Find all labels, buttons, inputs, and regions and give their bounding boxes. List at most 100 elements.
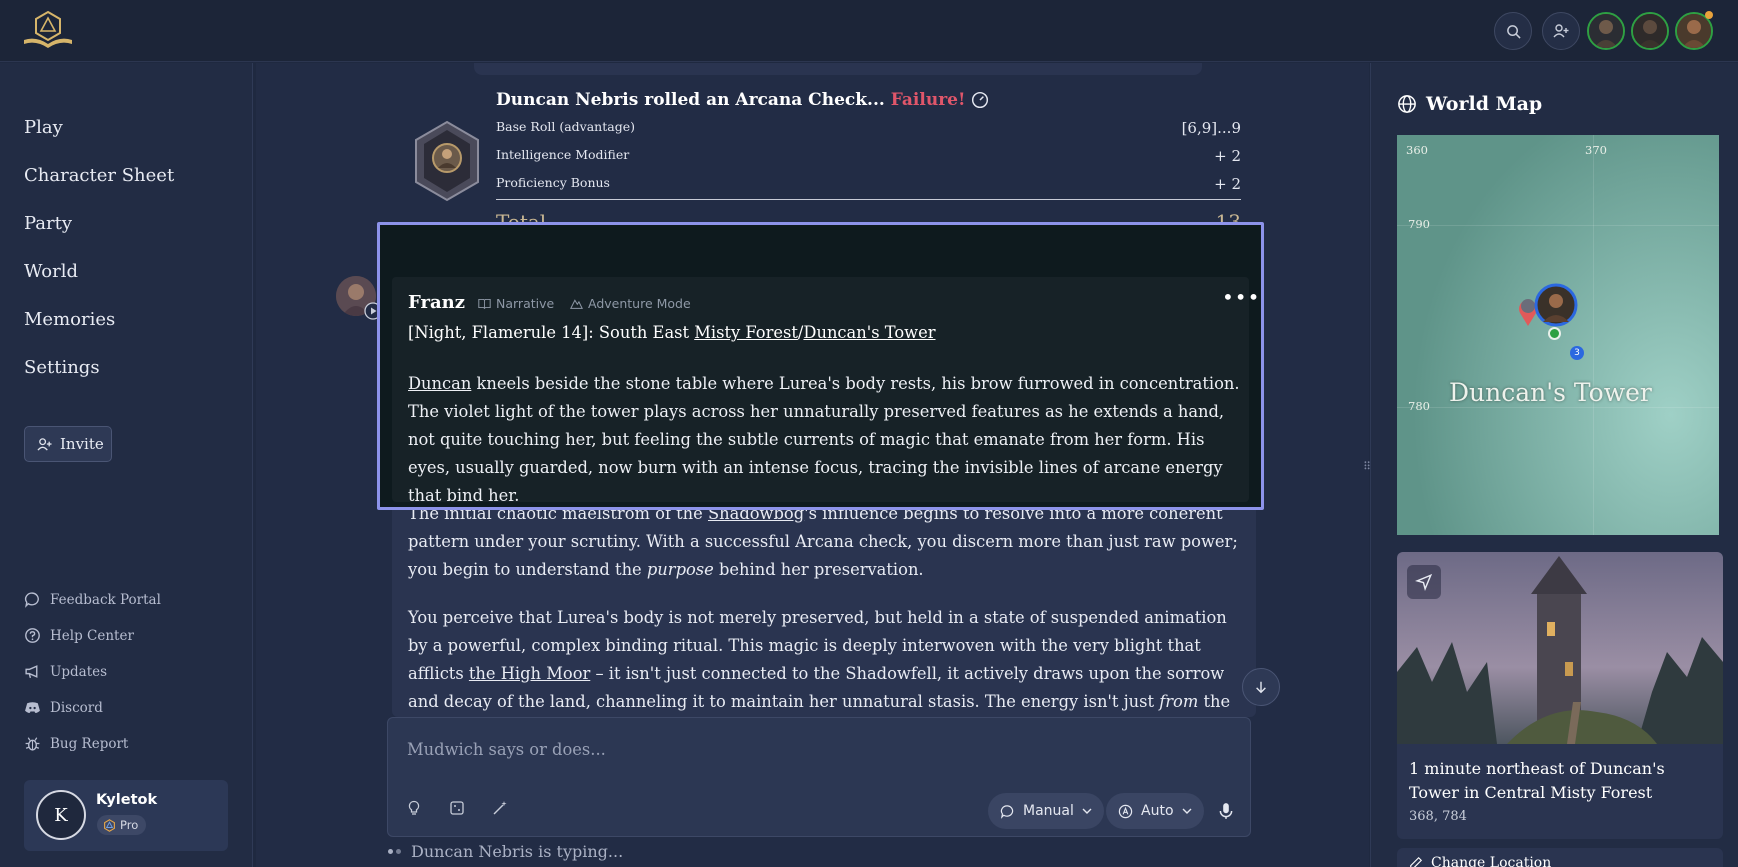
user-card[interactable]: K Kyletok Pro [24, 780, 228, 851]
idea-button[interactable] [400, 794, 428, 822]
narration-paragraph: The initial chaotic maelstrom of the Sha… [408, 504, 1238, 579]
notification-dot [1705, 11, 1713, 19]
manual-mode-select[interactable]: Manual [988, 793, 1104, 829]
party-avatar[interactable] [1631, 12, 1669, 50]
feedback-portal-label: Feedback Portal [50, 591, 161, 608]
roll-row: Intelligence Modifier + 2 [496, 147, 1241, 165]
feedback-portal-link[interactable]: Feedback Portal [24, 591, 161, 608]
roll-title: Duncan Nebris rolled an Arcana Check... … [496, 90, 989, 110]
microphone-button[interactable] [1213, 798, 1239, 824]
location-link[interactable]: Duncan's Tower [803, 323, 935, 342]
location-image [1397, 552, 1723, 744]
roll-row: Base Roll (advantage) [6,9]...9 [496, 119, 1241, 137]
dice-refresh-icon[interactable] [971, 91, 989, 109]
map-place-label: Duncan's Tower [1449, 378, 1652, 407]
mode-tag: Adventure Mode [570, 296, 691, 311]
chevron-down-icon [1182, 808, 1192, 814]
navigate-button[interactable] [1407, 565, 1441, 599]
roll-row-value: [6,9]...9 [1181, 119, 1241, 137]
sidebar: Play Character Sheet Party World Memorie… [0, 63, 253, 867]
auto-mode-select[interactable]: Auto [1106, 793, 1204, 829]
d20-icon [104, 818, 115, 832]
bug-report-link[interactable]: Bug Report [24, 735, 128, 752]
mountain-icon [570, 299, 583, 309]
roll-row: Proficiency Bonus + 2 [496, 175, 1241, 193]
help-center-link[interactable]: Help Center [24, 627, 134, 644]
more-options-icon[interactable]: ••• [1222, 285, 1260, 309]
marker-count-badge[interactable]: 3 [1570, 346, 1584, 360]
message-input[interactable]: Mudwich says or does... [407, 740, 606, 759]
dice-icon [450, 801, 464, 815]
help-center-label: Help Center [50, 627, 134, 644]
help-icon [25, 628, 40, 643]
book-icon [478, 298, 491, 310]
globe-icon [1398, 95, 1416, 113]
narrative-tag: Narrative [478, 296, 554, 311]
roll-row-label: Proficiency Bonus [496, 175, 610, 190]
bug-icon [25, 737, 40, 751]
online-indicator [1548, 327, 1561, 340]
message-composer[interactable]: Mudwich says or does... Manual Auto [387, 717, 1251, 837]
chevron-down-icon [1082, 808, 1092, 814]
roll-title-text: Duncan Nebris rolled an Arcana Check... [496, 90, 885, 110]
map-gridline [1397, 407, 1719, 408]
navigation-arrow-icon [1415, 573, 1433, 591]
party-avatar[interactable] [1587, 12, 1625, 50]
location-title: 1 minute northeast of Duncan's Tower in … [1409, 759, 1665, 802]
bug-report-label: Bug Report [50, 735, 129, 752]
sidebar-item-settings[interactable]: Settings [24, 357, 100, 378]
auto-icon [1118, 804, 1133, 818]
user-plus-icon [37, 437, 52, 451]
magic-button[interactable] [486, 794, 514, 822]
character-token [415, 120, 479, 202]
edit-icon [1410, 856, 1423, 867]
pro-badge-label: Pro [120, 818, 139, 832]
character-link[interactable]: Duncan [408, 374, 471, 393]
updates-link[interactable]: Updates [24, 663, 107, 680]
scroll-down-button[interactable] [1242, 668, 1280, 706]
discord-icon [25, 702, 40, 713]
message-location: [Night, Flamerule 14]: South East Misty … [408, 323, 936, 342]
lore-link[interactable]: the High Moor [469, 664, 590, 683]
map-axis-label: 360 [1406, 143, 1428, 157]
map-gridline [1397, 225, 1719, 226]
magic-wand-icon [493, 801, 507, 815]
user-plus-icon [1553, 24, 1569, 38]
user-name: Kyletok [96, 792, 158, 808]
location-coordinates: 368, 784 [1409, 809, 1467, 824]
chat-icon [1000, 804, 1014, 819]
pro-badge: Pro [97, 815, 147, 835]
previous-message-edge [474, 63, 1202, 75]
typing-text: Duncan Nebris is typing... [411, 842, 624, 861]
narrative-tag-label: Narrative [496, 296, 555, 311]
change-location-button[interactable]: Change Location [1397, 848, 1723, 867]
party-map-marker[interactable] [1533, 282, 1579, 328]
d20-book-logo[interactable] [22, 10, 74, 52]
change-location-label: Change Location [1431, 855, 1552, 867]
search-button[interactable] [1494, 12, 1532, 50]
roll-row-label: Base Roll (advantage) [496, 119, 635, 134]
search-icon [1506, 24, 1521, 39]
add-user-button[interactable] [1542, 12, 1580, 50]
updates-label: Updates [50, 663, 108, 680]
invite-button[interactable]: Invite [24, 426, 112, 462]
map-axis-label: 790 [1408, 217, 1430, 231]
map-axis-label: 780 [1408, 399, 1430, 413]
dice-button[interactable] [443, 794, 471, 822]
sidebar-item-character-sheet[interactable]: Character Sheet [24, 165, 174, 186]
sidebar-item-play[interactable]: Play [24, 117, 63, 138]
world-map-title-text: World Map [1426, 93, 1543, 115]
roll-row-value: + 2 [1214, 147, 1241, 165]
map-axis-label: 370 [1585, 143, 1607, 157]
location-link[interactable]: Misty Forest [694, 323, 798, 342]
world-map[interactable]: 360 370 790 780 Duncan's Tower 3 [1397, 135, 1719, 535]
microphone-icon [1219, 803, 1233, 819]
discord-link[interactable]: Discord [24, 699, 103, 716]
message-paragraph: Duncan kneels beside the stone table whe… [408, 374, 1240, 505]
discord-label: Discord [50, 699, 103, 716]
mode-tag-label: Adventure Mode [588, 296, 691, 311]
sidebar-item-memories[interactable]: Memories [24, 309, 115, 330]
sidebar-item-world[interactable]: World [24, 261, 78, 282]
highlighted-message[interactable]: Franz Narrative Adventure Mode ••• [Nigh… [377, 222, 1264, 510]
sidebar-item-party[interactable]: Party [24, 213, 72, 234]
